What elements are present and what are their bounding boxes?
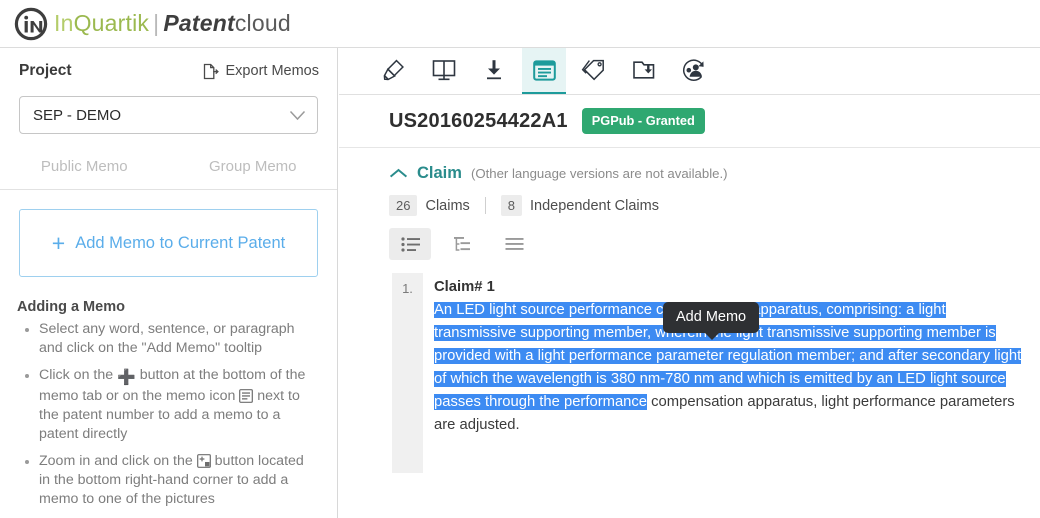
memo-sidebar: Project Export Memos SEP - DEMO Public M…: [0, 48, 338, 518]
download-icon: [481, 57, 507, 83]
counts-divider: [484, 197, 486, 214]
share-user-icon: [681, 57, 707, 83]
highlighter-icon-button[interactable]: [372, 48, 416, 94]
claim-view-modes: [339, 216, 1040, 260]
memo-tabs: Public Memo Group Memo: [0, 150, 337, 190]
claims-count-label: Claims: [425, 197, 470, 214]
help-item-plus-button: Click on the ➕ button at the bottom of t…: [17, 366, 318, 444]
claim-section-title: Claim: [417, 164, 462, 182]
download-icon-button[interactable]: [472, 48, 516, 94]
brand-cloud: cloud: [234, 10, 291, 36]
help-title: Adding a Memo: [17, 299, 125, 315]
brand-divider: |: [153, 10, 160, 36]
chevron-down-icon: [289, 110, 306, 121]
export-folder-icon-button[interactable]: [622, 48, 666, 94]
tab-group-memo[interactable]: Group Memo: [169, 158, 338, 181]
patent-toolbar: [339, 48, 1040, 95]
independent-claims-count-label: Independent Claims: [530, 197, 659, 214]
brand-in: In: [54, 10, 74, 36]
compare-pages-icon: [431, 57, 457, 83]
add-memo-tooltip-label: Add Memo: [676, 309, 747, 325]
tag-icon-button[interactable]: [572, 48, 616, 94]
list-view-icon: [400, 236, 420, 252]
help-item-select-text: Select any word, sentence, or paragraph …: [17, 320, 318, 358]
claim-heading: Claim# 1: [434, 279, 495, 295]
list-view-icon-button[interactable]: [389, 228, 431, 260]
memo-icon: [532, 58, 557, 83]
add-memo-tooltip[interactable]: Add Memo: [663, 302, 760, 340]
claims-count-badge: 26: [389, 195, 418, 216]
project-select-value: SEP - DEMO: [33, 106, 122, 124]
export-document-icon: [202, 63, 219, 80]
plus-icon: +: [51, 229, 66, 256]
patent-number: US20160254422A1: [389, 109, 568, 132]
brand-quartik: Quartik: [73, 10, 150, 36]
memo-icon-button[interactable]: [522, 48, 566, 94]
claim-counts: 26 Claims 8 Independent Claims: [339, 183, 1040, 216]
export-memos-label: Export Memos: [225, 63, 319, 79]
help-item-3-text-a: Zoom in and click on the: [39, 453, 197, 469]
help-list: Select any word, sentence, or paragraph …: [17, 320, 318, 509]
claim-index: 1.: [392, 273, 423, 473]
brand-patent: Patent: [163, 10, 235, 36]
plain-view-icon-button[interactable]: [493, 228, 535, 260]
help-item-picture-memo: Zoom in and click on the button located …: [17, 452, 318, 509]
add-memo-button-label: Add Memo to Current Patent: [75, 233, 286, 252]
export-memos-button[interactable]: Export Memos: [202, 63, 319, 80]
compare-pages-icon-button[interactable]: [422, 48, 466, 94]
status-badge: PGPub - Granted: [581, 108, 705, 134]
add-memo-to-current-patent-button[interactable]: + Add Memo to Current Patent: [19, 209, 318, 277]
tag-icon: [581, 57, 607, 83]
brand-wordmark: InQuartik | Patentcloud: [54, 10, 291, 37]
inquartik-circle-logo-icon: [14, 7, 48, 41]
share-user-icon-button[interactable]: [672, 48, 716, 94]
project-select[interactable]: SEP - DEMO: [19, 96, 318, 134]
independent-claims-count-badge: 8: [500, 195, 523, 216]
patent-header: US20160254422A1 PGPub - Granted: [339, 95, 1040, 148]
patent-main-pane: US20160254422A1 PGPub - Granted Claim (O…: [339, 48, 1040, 518]
tab-public-memo[interactable]: Public Memo: [0, 158, 169, 181]
sidebar-header: Project Export Memos: [0, 48, 337, 94]
app-logo[interactable]: InQuartik | Patentcloud: [14, 7, 291, 41]
plain-view-icon: [505, 237, 524, 251]
tree-view-icon: [453, 236, 471, 252]
plus-icon: ➕: [117, 369, 136, 386]
project-label: Project: [19, 62, 72, 79]
export-folder-icon: [631, 57, 657, 83]
add-picture-memo-icon: [196, 454, 211, 468]
help-item-1-text: Select any word, sentence, or paragraph …: [39, 321, 295, 356]
tree-view-icon-button[interactable]: [441, 228, 483, 260]
help-section: Adding a Memo Select any word, sentence,…: [17, 299, 318, 509]
memo-icon: [239, 389, 254, 403]
claim-section-note: (Other language versions are not availab…: [470, 166, 728, 181]
chevron-up-icon[interactable]: [389, 168, 408, 179]
brand-bar: InQuartik | Patentcloud: [0, 0, 1040, 48]
claim-section-header: Claim (Other language versions are not a…: [339, 148, 1040, 183]
help-item-2-text-a: Click on the: [39, 367, 118, 383]
highlighter-icon: [381, 57, 407, 83]
